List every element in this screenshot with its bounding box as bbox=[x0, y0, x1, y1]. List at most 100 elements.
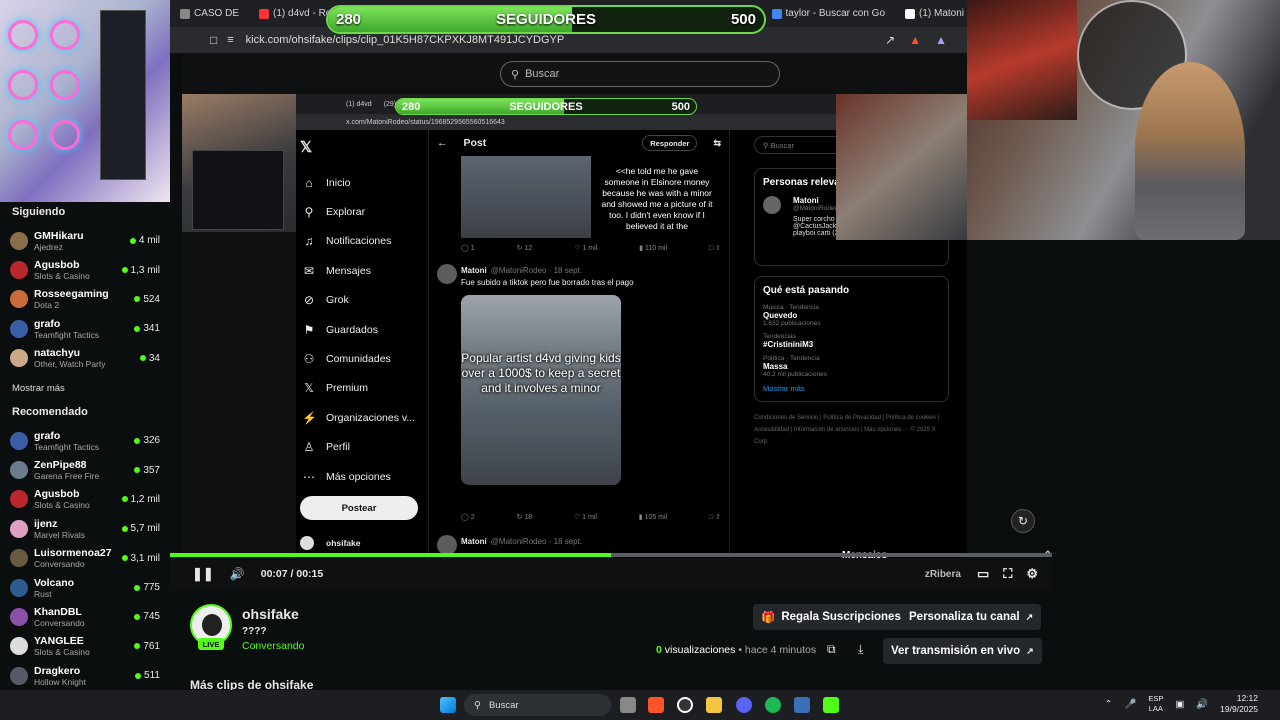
tweet-header: Matoni @MatoniRodeo · 18 sept. bbox=[429, 266, 729, 275]
settings-icon[interactable]: ⚙ bbox=[1026, 566, 1038, 582]
live-dot-icon bbox=[134, 467, 141, 474]
theater-mode-icon[interactable]: ▭ bbox=[977, 566, 989, 582]
browser-tab[interactable]: CASO DE bbox=[170, 8, 249, 19]
browser-tab[interactable]: taylor - Buscar con Go bbox=[762, 8, 895, 19]
pause-icon[interactable]: ❚❚ bbox=[192, 566, 214, 582]
site-settings-icon[interactable]: ≡ bbox=[227, 34, 233, 46]
sidebar-channel-rosseegaming[interactable]: Rosseegaming Dota 2 524 bbox=[10, 285, 160, 314]
volume-icon[interactable]: 🔊 bbox=[230, 567, 245, 581]
live-dot-icon bbox=[134, 325, 141, 332]
trending-box: Qué está pasando Música · Tendencia Queve… bbox=[754, 276, 949, 402]
input-language[interactable]: ESP LAA bbox=[1148, 694, 1163, 714]
tweet-image: Popular artist d4vd giving kids over a 1… bbox=[461, 295, 621, 485]
sidebar-channel-zenpipe88[interactable]: ZenPipe88 Garena Free Fire 357 bbox=[10, 455, 160, 484]
obs-icon[interactable] bbox=[677, 697, 693, 713]
taskbar-search[interactable]: ⚲ Buscar bbox=[464, 694, 611, 716]
clip-time-ago: • hace 4 minutos bbox=[738, 644, 817, 656]
screen: CASO DE(1) d4vd - Romantic(29) WhatsAppt… bbox=[0, 0, 1280, 720]
search-placeholder: Buscar bbox=[525, 68, 560, 80]
brave-browser-icon[interactable] bbox=[648, 697, 664, 713]
show-more-link[interactable]: Mostrar más bbox=[12, 383, 160, 394]
tweet-action: ▮ 110 mil bbox=[639, 244, 667, 252]
sidebar-channel-grafo[interactable]: grafo Teamfight Tactics 326 bbox=[10, 426, 160, 455]
channel-avatar bbox=[10, 231, 28, 250]
x-nav-icon: ⌂ bbox=[305, 175, 313, 190]
x-post-feed: ← Post Responder ⇆ <<he told me he gave … bbox=[428, 130, 730, 568]
share-icon[interactable]: ↗ bbox=[885, 33, 895, 47]
watch-live-button[interactable]: Ver transmisión en vivo ↗ bbox=[883, 638, 1042, 664]
sidebar-channel-category: Teamfight Tactics bbox=[34, 441, 100, 452]
sidebar-channel-luisormenoa27[interactable]: Luisormenoa27 Conversando 3,1 mil bbox=[10, 544, 160, 573]
fan-light bbox=[8, 120, 38, 150]
sidebar-channel-agusbob[interactable]: Agusbob Slots & Casino 1,3 mil bbox=[10, 255, 160, 284]
sidebar-channel-category: Slots & Casino bbox=[34, 500, 90, 511]
kick-icon[interactable] bbox=[823, 697, 839, 713]
sidebar-channel-volcano[interactable]: Volcano Rust 775 bbox=[10, 573, 160, 602]
live-dot-icon bbox=[139, 355, 146, 362]
stream-category[interactable]: Conversando bbox=[242, 640, 304, 652]
task-view-icon[interactable] bbox=[620, 697, 636, 713]
sidebar-channel-category: Conversando bbox=[34, 559, 85, 570]
bookmark-icon[interactable]: □ bbox=[210, 33, 217, 47]
tweet-author: Matoni bbox=[461, 266, 487, 275]
channel-avatar bbox=[10, 431, 28, 450]
discord-icon[interactable] bbox=[736, 697, 752, 713]
customize-channel-button[interactable]: Personaliza tu canal ↗ bbox=[901, 604, 1042, 630]
inner-url-text: x.com/MatoniRodeo/status/196852956556051… bbox=[346, 118, 505, 126]
volume-icon[interactable]: 🔊 bbox=[1196, 699, 1208, 710]
windows-start-icon[interactable] bbox=[440, 697, 456, 713]
download-icon[interactable]: ⤓ bbox=[858, 642, 863, 657]
sidebar-channel-dragkero[interactable]: Dragkero Hollow Knight 511 bbox=[10, 661, 160, 690]
streamer-webcam bbox=[182, 94, 296, 232]
tweet-action: ↻ 12 bbox=[517, 244, 533, 252]
network-icon[interactable]: ▣ bbox=[1175, 699, 1184, 710]
sidebar-channel-text: Rosseegaming Dota 2 bbox=[34, 288, 134, 310]
channel-avatar bbox=[10, 490, 28, 509]
sidebar-channel-text: Agusbob Slots & Casino bbox=[34, 259, 122, 281]
x-nav-label: Mensajes bbox=[326, 264, 371, 277]
x-nav-icon: 𝕏 bbox=[304, 381, 314, 396]
clip-progress-bar[interactable] bbox=[170, 553, 1052, 557]
sidebar-channel-name: Rosseegaming bbox=[34, 288, 109, 301]
x-nav-item: ⊘ Grok bbox=[300, 286, 428, 315]
share-icon[interactable]: ⧉ bbox=[827, 642, 836, 657]
clock[interactable]: 12:12 19/9/2025 bbox=[1220, 693, 1258, 715]
views-count: 0 bbox=[656, 644, 662, 656]
sidebar-channel-yanglee[interactable]: YANGLEE Slots & Casino 761 bbox=[10, 632, 160, 661]
sidebar-channel-grafo[interactable]: grafo Teamfight Tactics 341 bbox=[10, 314, 160, 343]
sidebar-channel-agusbob[interactable]: Agusbob Slots & Casino 1,2 mil bbox=[10, 485, 160, 514]
gift-subs-button[interactable]: 🎁 Regala Suscripciones bbox=[753, 604, 909, 630]
tweet-action: ▮ 105 mil bbox=[639, 513, 667, 521]
microphone-icon[interactable]: 🎤 bbox=[1124, 699, 1136, 710]
clip-share-float-icon[interactable]: ↻ bbox=[1011, 509, 1035, 533]
recommended-list: grafo Teamfight Tactics 326 ZenPipe88 Garena… bbox=[10, 426, 160, 691]
channel-name[interactable]: ohsifake bbox=[242, 606, 299, 622]
live-dot-icon bbox=[134, 613, 141, 620]
viewer-count-text: 524 bbox=[143, 293, 160, 305]
clip-video-player[interactable]: ⚲ Buscar (1) d4vd (29) WhatsApp taylor -… bbox=[182, 53, 967, 568]
tweet-action-icon: ▮ bbox=[638, 514, 643, 521]
sidebar-channel-category: Ajedrez bbox=[34, 241, 63, 252]
x-reply-button: Responder bbox=[642, 135, 698, 151]
brave-shield-icon[interactable]: ▲ bbox=[909, 33, 921, 47]
file-explorer-icon[interactable] bbox=[706, 697, 722, 713]
tweet-action-icon: ◯ bbox=[461, 514, 469, 521]
lang-bottom: LAA bbox=[1148, 704, 1163, 713]
app-icon[interactable] bbox=[794, 697, 810, 713]
spotify-icon[interactable] bbox=[765, 697, 781, 713]
url-text[interactable]: kick.com/ohsifake/clips/clip_01K5H87CKPX… bbox=[246, 34, 565, 46]
sidebar-viewer-count: 761 bbox=[134, 641, 160, 652]
brave-rewards-icon[interactable]: ▲ bbox=[935, 33, 947, 47]
trend-name: Massa bbox=[763, 362, 788, 371]
sidebar-channel-khandbl[interactable]: KhanDBL Conversando 745 bbox=[10, 602, 160, 631]
sidebar-channel-ijenz[interactable]: ijenz Marvel Rivals 5,7 mil bbox=[10, 514, 160, 543]
tray-chevron-icon[interactable]: ⌃ bbox=[1105, 699, 1113, 710]
sidebar-channel-gmhikaru[interactable]: GMHikaru Ajedrez 4 mil bbox=[10, 226, 160, 255]
trends-list: Música · Tendencia Quevedo 1.632 publicaci… bbox=[763, 304, 940, 378]
video-search-bar: ⚲ Buscar bbox=[500, 61, 780, 87]
filter-icon: ⇆ bbox=[713, 137, 721, 148]
fullscreen-icon[interactable]: ⛶ bbox=[1003, 566, 1012, 582]
x-nav-icon: ⋯ bbox=[303, 469, 315, 484]
tweet-action: ♡ 1 mil bbox=[574, 244, 597, 252]
sidebar-channel-natachyu[interactable]: natachyu Other, Watch Party 34 bbox=[10, 344, 160, 373]
